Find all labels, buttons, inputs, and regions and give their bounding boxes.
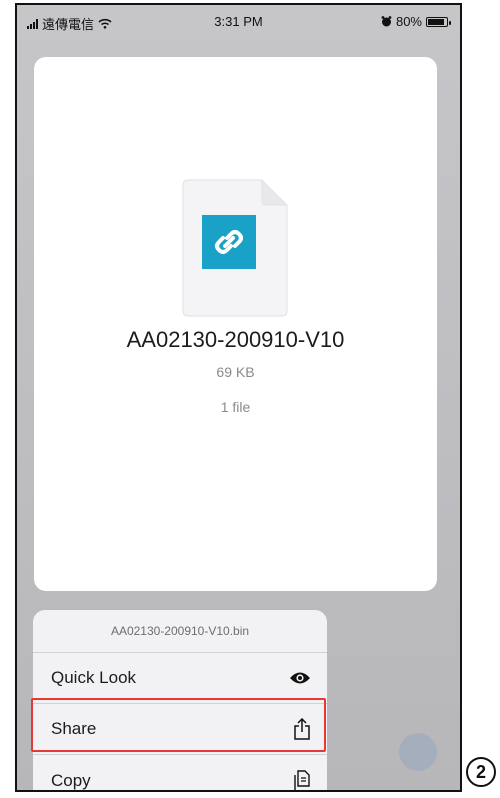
battery-percent: 80% (395, 14, 422, 29)
menu-item-copy[interactable]: Copy (33, 755, 327, 790)
file-icon (182, 179, 288, 317)
share-highlight-box (31, 698, 326, 752)
eye-icon (290, 672, 310, 684)
file-name: AA02130-200910-V10 (126, 327, 345, 352)
menu-item-label: Quick Look (51, 668, 137, 687)
background-blur-icon (399, 733, 437, 771)
step-number-badge: 2 (466, 757, 496, 787)
copy-icon (294, 769, 310, 790)
file-count: 1 file (220, 399, 251, 415)
phone-screenshot: 遠傳電信 3:31 PM 80% AA02130-200910-V10 69 K… (15, 3, 462, 792)
menu-item-quick-look[interactable]: Quick Look (33, 653, 327, 704)
battery-icon (426, 16, 451, 27)
menu-item-label: Copy (51, 770, 91, 790)
menu-header-filename: AA02130-200910-V10.bin (33, 610, 327, 653)
alarm-icon (381, 16, 392, 27)
app-logo-icon (202, 215, 256, 269)
file-preview-card: AA02130-200910-V10 69 KB 1 file (34, 57, 437, 591)
status-bar: 遠傳電信 3:31 PM 80% (17, 5, 460, 37)
file-size: 69 KB (216, 364, 255, 380)
